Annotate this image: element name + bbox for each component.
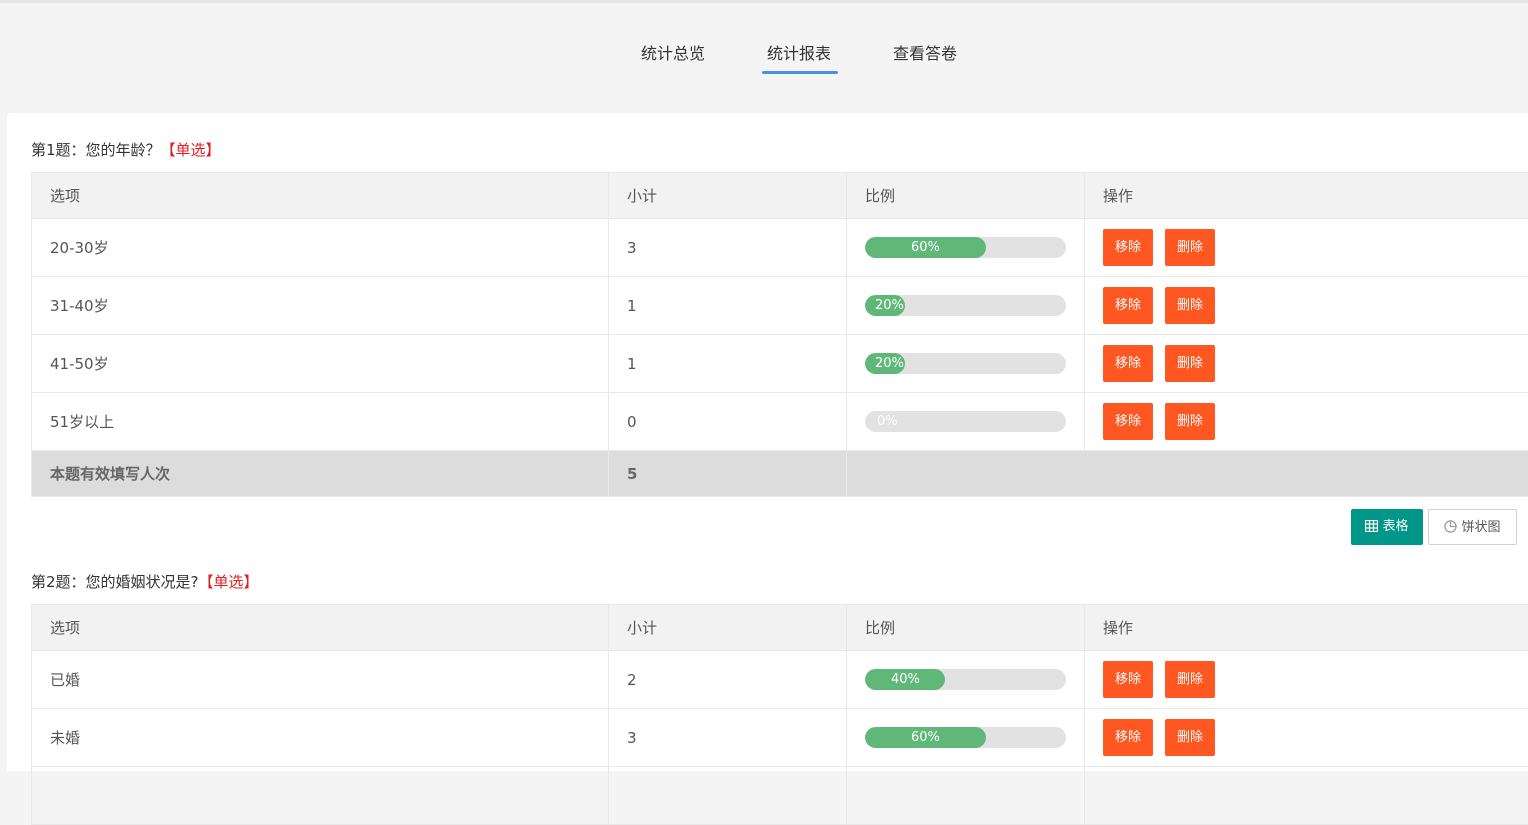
tab-report[interactable]: 统计报表 [767,40,831,64]
total-row: 本题有效填写人次 5 [32,451,1528,497]
count-cell: 2 [609,651,847,709]
header-ratio: 比例 [847,605,1085,651]
progress-label: 40% [891,669,920,690]
action-cell [1085,767,1528,825]
ratio-progress-bar: 60% [865,727,1066,748]
table-row: 31-40岁 1 20% 移除删除 [32,277,1528,335]
ratio-progress-bar: 60% [865,237,1066,258]
active-tab-indicator [762,71,838,74]
total-label: 本题有效填写人次 [32,451,609,497]
table-icon [1365,520,1378,532]
report-tabs: 统计总览 统计报表 查看答卷 [0,0,1528,110]
question-2-table: 选项 小计 比例 操作 已婚 2 40% 移除删除 未婚 3 60% 移除删除 [31,604,1528,825]
option-cell: 31-40岁 [32,277,609,335]
table-row: 已婚 2 40% 移除删除 [32,651,1528,709]
tab-view-answers[interactable]: 查看答卷 [893,40,957,64]
question-1-table: 选项 小计 比例 操作 20-30岁 3 60% 移除删除 31-40岁 1 2… [31,172,1528,497]
header-action: 操作 [1085,605,1528,651]
pie-view-label: 饼状图 [1461,520,1500,535]
table-row: 41-50岁 1 20% 移除删除 [32,335,1528,393]
progress-label: 60% [911,727,940,748]
question-type: 【单选】 [199,573,259,591]
header-ratio: 比例 [847,173,1085,219]
action-cell: 移除删除 [1085,393,1528,451]
pie-view-button[interactable]: 饼状图 [1428,509,1517,545]
pie-chart-icon [1444,520,1457,533]
total-blank-cell [847,451,1528,497]
option-cell: 已婚 [32,651,609,709]
delete-button[interactable]: 删除 [1165,229,1215,266]
table-row [32,767,1528,825]
tab-overview[interactable]: 统计总览 [641,40,705,64]
remove-button[interactable]: 移除 [1103,229,1153,266]
ratio-cell: 60% [847,219,1085,277]
count-cell: 1 [609,335,847,393]
question-2-title: 第2题：您的婚姻状况是?【单选】 [31,571,259,592]
count-cell: 3 [609,219,847,277]
delete-button[interactable]: 删除 [1165,719,1215,756]
total-value: 5 [609,451,847,497]
action-cell: 移除删除 [1085,219,1528,277]
progress-label: 20% [875,295,904,316]
option-cell: 未婚 [32,709,609,767]
header-action: 操作 [1085,173,1528,219]
header-option: 选项 [32,605,609,651]
question-title-text: 第2题：您的婚姻状况是? [31,573,199,591]
table-row: 20-30岁 3 60% 移除删除 [32,219,1528,277]
ratio-progress-bar: 40% [865,669,1066,690]
count-cell: 3 [609,709,847,767]
progress-label: 20% [875,353,904,374]
remove-button[interactable]: 移除 [1103,719,1153,756]
table-view-button[interactable]: 表格 [1351,509,1423,545]
ratio-cell [847,767,1085,825]
table-row: 未婚 3 60% 移除删除 [32,709,1528,767]
header-count: 小计 [609,605,847,651]
table-header-row: 选项 小计 比例 操作 [32,605,1528,651]
count-cell: 1 [609,277,847,335]
delete-button[interactable]: 删除 [1165,403,1215,440]
remove-button[interactable]: 移除 [1103,287,1153,324]
ratio-progress-bar: 0% [865,411,1066,432]
table-header-row: 选项 小计 比例 操作 [32,173,1528,219]
question-title-text: 第1题：您的年龄？ [31,141,161,159]
ratio-cell: 60% [847,709,1085,767]
progress-label: 0% [877,411,898,432]
question-type: 【单选】 [161,141,221,159]
option-cell: 51岁以上 [32,393,609,451]
header-count: 小计 [609,173,847,219]
count-cell: 0 [609,393,847,451]
remove-button[interactable]: 移除 [1103,661,1153,698]
ratio-cell: 40% [847,651,1085,709]
ratio-progress-bar: 20% [865,353,1066,374]
delete-button[interactable]: 删除 [1165,287,1215,324]
remove-button[interactable]: 移除 [1103,403,1153,440]
action-cell: 移除删除 [1085,277,1528,335]
question-1-title: 第1题：您的年龄？【单选】 [31,139,221,160]
ratio-cell: 0% [847,393,1085,451]
table-view-label: 表格 [1382,519,1408,534]
option-cell: 20-30岁 [32,219,609,277]
table-row: 51岁以上 0 0% 移除删除 [32,393,1528,451]
action-cell: 移除删除 [1085,651,1528,709]
remove-button[interactable]: 移除 [1103,345,1153,382]
option-cell: 41-50岁 [32,335,609,393]
count-cell [609,767,847,825]
progress-label: 60% [911,237,940,258]
header-option: 选项 [32,173,609,219]
ratio-progress-bar: 20% [865,295,1066,316]
action-cell: 移除删除 [1085,709,1528,767]
option-cell [32,767,609,825]
action-cell: 移除删除 [1085,335,1528,393]
ratio-cell: 20% [847,277,1085,335]
ratio-cell: 20% [847,335,1085,393]
delete-button[interactable]: 删除 [1165,345,1215,382]
delete-button[interactable]: 删除 [1165,661,1215,698]
